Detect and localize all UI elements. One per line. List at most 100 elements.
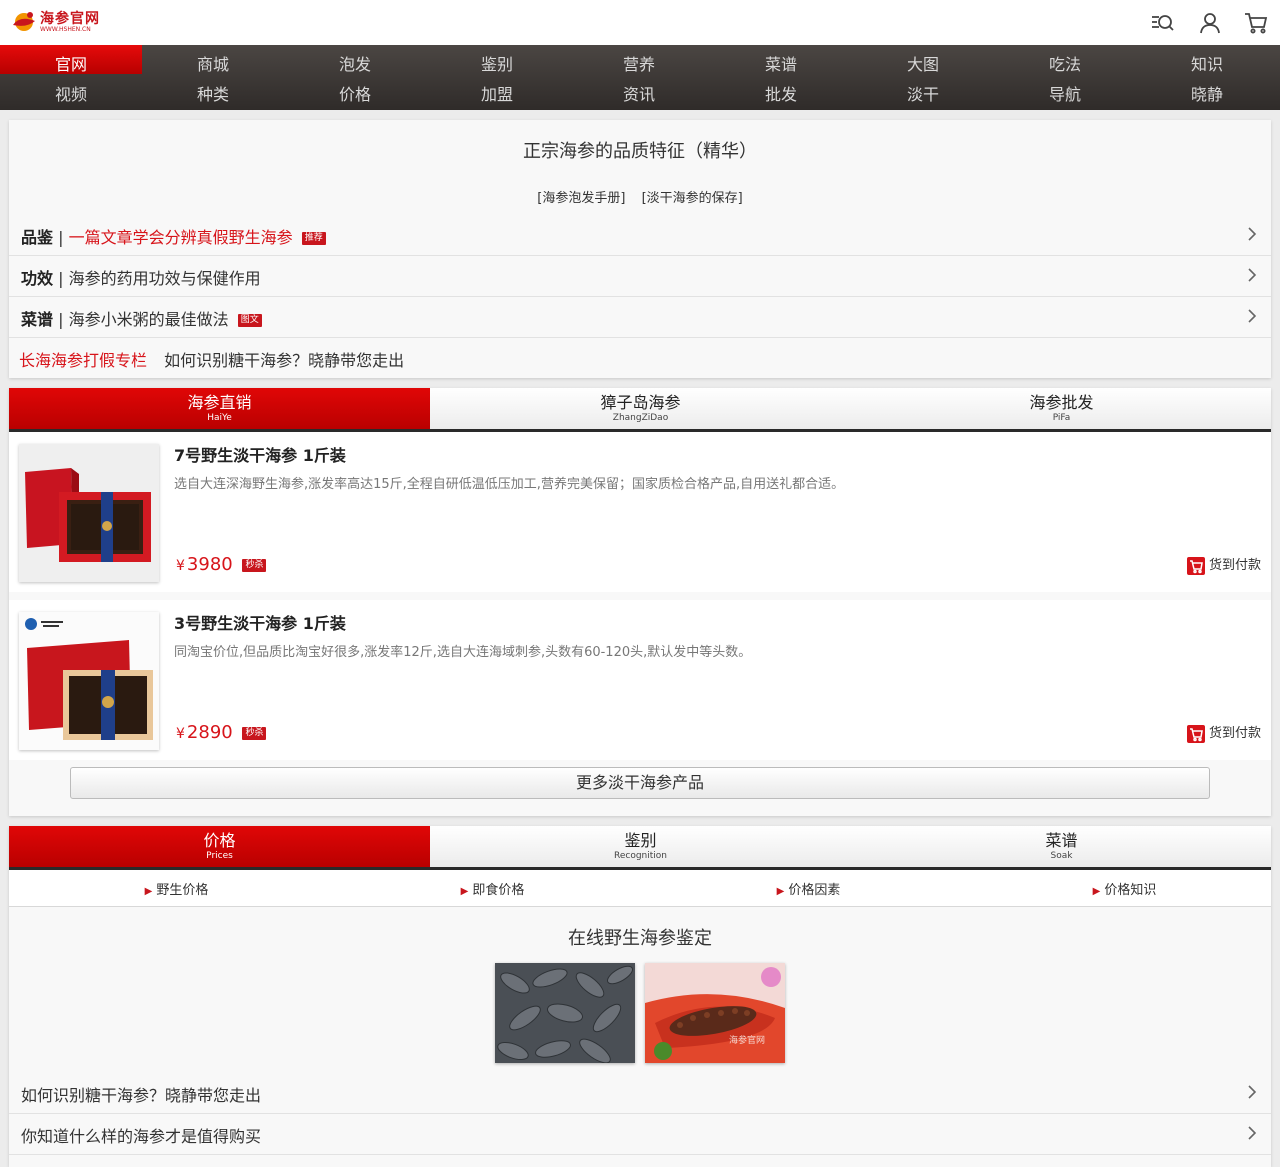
link-storage[interactable]: [淡干海参的保存] bbox=[642, 191, 743, 206]
cod-label: 货到付款 bbox=[1208, 558, 1261, 573]
chevron-right-icon bbox=[1248, 1126, 1257, 1140]
nav-item-shangcheng[interactable]: 商城 bbox=[142, 51, 284, 75]
flash-sale-badge: 秒杀 bbox=[242, 558, 267, 572]
price-subnav: ▶ 野生价格 ▶ 即食价格 ▶ 价格因素 ▶ 价格知识 bbox=[9, 870, 1271, 907]
nav-item-guanwang[interactable]: 官网 bbox=[0, 51, 142, 75]
shop-tabs: 海参直销 HaiYe 獐子岛海参 ZhangZiDao 海参批发 PiFa bbox=[9, 388, 1271, 432]
row-separator: | bbox=[58, 228, 64, 247]
nav-column: 菜谱 批发 bbox=[710, 45, 852, 110]
article-row[interactable]: 如何识别糖干海参？晓静带您走出 bbox=[9, 1073, 1271, 1114]
nav-item-daohang[interactable]: 导航 bbox=[994, 81, 1136, 105]
subnav-price-factors[interactable]: ▶ 价格因素 bbox=[651, 879, 966, 898]
intro-panel: 正宗海参的品质特征（精华） [海参泡发手册] [淡干海参的保存] 品鉴 | 一篇… bbox=[9, 120, 1271, 378]
sea-cucumber-logo-icon bbox=[13, 12, 35, 31]
product-price: ¥3980 秒杀 bbox=[176, 554, 267, 575]
arrow-right-icon: ▶ bbox=[776, 886, 785, 897]
anti-fake-link[interactable]: 长海海参打假专栏 bbox=[19, 351, 147, 370]
tab-sublabel: Soak bbox=[1050, 851, 1073, 861]
link-soak-manual[interactable]: [海参泡发手册] bbox=[537, 191, 625, 206]
cooked-sea-cucumber-thumb[interactable]: 海参官网 bbox=[645, 963, 785, 1063]
tab-label: 价格 bbox=[203, 831, 236, 850]
nav-item-zhonglei[interactable]: 种类 bbox=[142, 81, 284, 105]
search-list-icon[interactable] bbox=[1150, 11, 1174, 35]
cash-on-delivery: 货到付款 bbox=[1186, 554, 1261, 575]
arrow-right-icon: ▶ bbox=[460, 886, 469, 897]
subnav-label: 价格因素 bbox=[788, 883, 841, 898]
nav-item-paofa[interactable]: 泡发 bbox=[284, 51, 426, 75]
nav-item-zhishi[interactable]: 知识 bbox=[1136, 51, 1278, 75]
cash-on-delivery: 货到付款 bbox=[1186, 722, 1261, 743]
currency-symbol: ¥ bbox=[176, 726, 185, 742]
nav-item-caipu[interactable]: 菜谱 bbox=[710, 51, 852, 75]
site-logo[interactable]: 海参官网 WWW.HSHEN.CN bbox=[10, 8, 120, 38]
tab-pifa[interactable]: 海参批发 PiFa bbox=[851, 388, 1272, 429]
row-separator: | bbox=[58, 310, 64, 329]
row-category: 功效 bbox=[21, 269, 54, 288]
nav-item-dangan[interactable]: 淡干 bbox=[852, 81, 994, 105]
chevron-right-icon bbox=[1248, 268, 1257, 282]
nav-item-chifa[interactable]: 吃法 bbox=[994, 51, 1136, 75]
tab-label: 鉴别 bbox=[624, 831, 657, 850]
tab-sublabel: Prices bbox=[206, 851, 233, 861]
gift-box-illustration bbox=[19, 612, 159, 750]
flash-sale-badge: 秒杀 bbox=[242, 726, 267, 740]
identification-title[interactable]: 在线野生海参鉴定 bbox=[9, 924, 1271, 950]
nav-item-shipin[interactable]: 视频 bbox=[0, 81, 142, 105]
article-row[interactable]: 功效 | 海参的药用功效与保健作用 bbox=[9, 256, 1271, 297]
subnav-instant-price[interactable]: ▶ 即食价格 bbox=[335, 879, 650, 898]
chevron-right-icon bbox=[1248, 1085, 1257, 1099]
recommend-badge: 推荐 bbox=[301, 232, 326, 245]
nav-item-jiage[interactable]: 价格 bbox=[284, 81, 426, 105]
product-card[interactable]: 7号野生淡干海参 1斤装 选自大连深海野生海参,涨发率高达15斤,全程自研低温低… bbox=[9, 432, 1271, 592]
tab-sublabel: Recognition bbox=[614, 851, 667, 861]
tab-soak[interactable]: 菜谱 Soak bbox=[851, 826, 1272, 867]
subnav-price-knowledge[interactable]: ▶ 价格知识 bbox=[967, 879, 1280, 898]
chevron-right-icon bbox=[1248, 309, 1257, 323]
nav-item-pifa[interactable]: 批发 bbox=[710, 81, 852, 105]
shop-panel: 海参直销 HaiYe 獐子岛海参 ZhangZiDao 海参批发 PiFa 7号… bbox=[9, 388, 1271, 816]
tab-prices[interactable]: 价格 Prices bbox=[9, 826, 430, 867]
more-products-button[interactable]: 更多淡干海参产品 bbox=[70, 767, 1210, 799]
arrow-right-icon: ▶ bbox=[1092, 886, 1101, 897]
product-title[interactable]: 7号野生淡干海参 1斤装 bbox=[174, 442, 346, 466]
nav-column: 知识 晓静 bbox=[1136, 45, 1278, 110]
nav-column: 营养 资讯 bbox=[568, 45, 710, 110]
article-row[interactable]: 菜谱 | 海参小米粥的最佳做法 图文 bbox=[9, 297, 1271, 338]
product-image[interactable] bbox=[19, 612, 159, 750]
price-value: 3980 bbox=[186, 554, 233, 575]
article-row[interactable]: 品鉴 | 一篇文章学会分辨真假野生海参 推荐 bbox=[9, 215, 1271, 256]
row-title[interactable]: 海参小米粥的最佳做法 bbox=[69, 310, 229, 329]
row-title[interactable]: 你知道什么样的海参才是值得购买 bbox=[21, 1127, 261, 1146]
special-article-link[interactable]: 如何识别糖干海参？晓静带您走出 bbox=[164, 351, 404, 370]
row-title[interactable]: 如何识别糖干海参？晓静带您走出 bbox=[21, 1086, 261, 1105]
row-category: 菜谱 bbox=[21, 310, 54, 329]
product-title[interactable]: 3号野生淡干海参 1斤装 bbox=[174, 610, 346, 634]
row-title[interactable]: 一篇文章学会分辨真假野生海参 bbox=[69, 228, 293, 247]
product-card[interactable]: 3号野生淡干海参 1斤装 同淘宝价位,但品质比淘宝好很多,涨发率12斤,选自大连… bbox=[9, 600, 1271, 760]
nav-item-zixun[interactable]: 资讯 bbox=[568, 81, 710, 105]
tab-zhangzidao[interactable]: 獐子岛海参 ZhangZiDao bbox=[430, 388, 851, 429]
article-row[interactable]: 你知道什么样的海参才是值得购买 bbox=[9, 1114, 1271, 1155]
tab-recognition[interactable]: 鉴别 Recognition bbox=[430, 826, 851, 867]
product-description: 选自大连深海野生海参,涨发率高达15斤,全程自研低温低压加工,营养完美保留；国家… bbox=[174, 477, 845, 492]
subnav-wild-price[interactable]: ▶ 野生价格 bbox=[19, 879, 334, 898]
subnav-label: 即食价格 bbox=[472, 883, 525, 898]
currency-symbol: ¥ bbox=[176, 558, 185, 574]
nav-item-xiaojing[interactable]: 晓静 bbox=[1136, 81, 1278, 105]
dried-sea-cucumber-thumb[interactable] bbox=[495, 963, 635, 1063]
nav-item-jianbie[interactable]: 鉴别 bbox=[426, 51, 568, 75]
nav-item-yingyang[interactable]: 营养 bbox=[568, 51, 710, 75]
product-image[interactable] bbox=[19, 444, 159, 582]
tab-label: 獐子岛海参 bbox=[600, 393, 681, 412]
row-separator: | bbox=[58, 269, 64, 288]
subnav-label: 价格知识 bbox=[1104, 883, 1157, 898]
row-title[interactable]: 海参的药用功效与保健作用 bbox=[69, 269, 261, 288]
chevron-right-icon bbox=[1248, 227, 1257, 241]
nav-column: 大图 淡干 bbox=[852, 45, 994, 110]
nav-item-datu[interactable]: 大图 bbox=[852, 51, 994, 75]
user-icon[interactable] bbox=[1198, 11, 1222, 35]
tab-haiye[interactable]: 海参直销 HaiYe bbox=[9, 388, 430, 429]
cart-icon[interactable] bbox=[1244, 11, 1268, 35]
nav-item-jiameng[interactable]: 加盟 bbox=[426, 81, 568, 105]
intro-title[interactable]: 正宗海参的品质特征（精华） bbox=[9, 137, 1271, 163]
